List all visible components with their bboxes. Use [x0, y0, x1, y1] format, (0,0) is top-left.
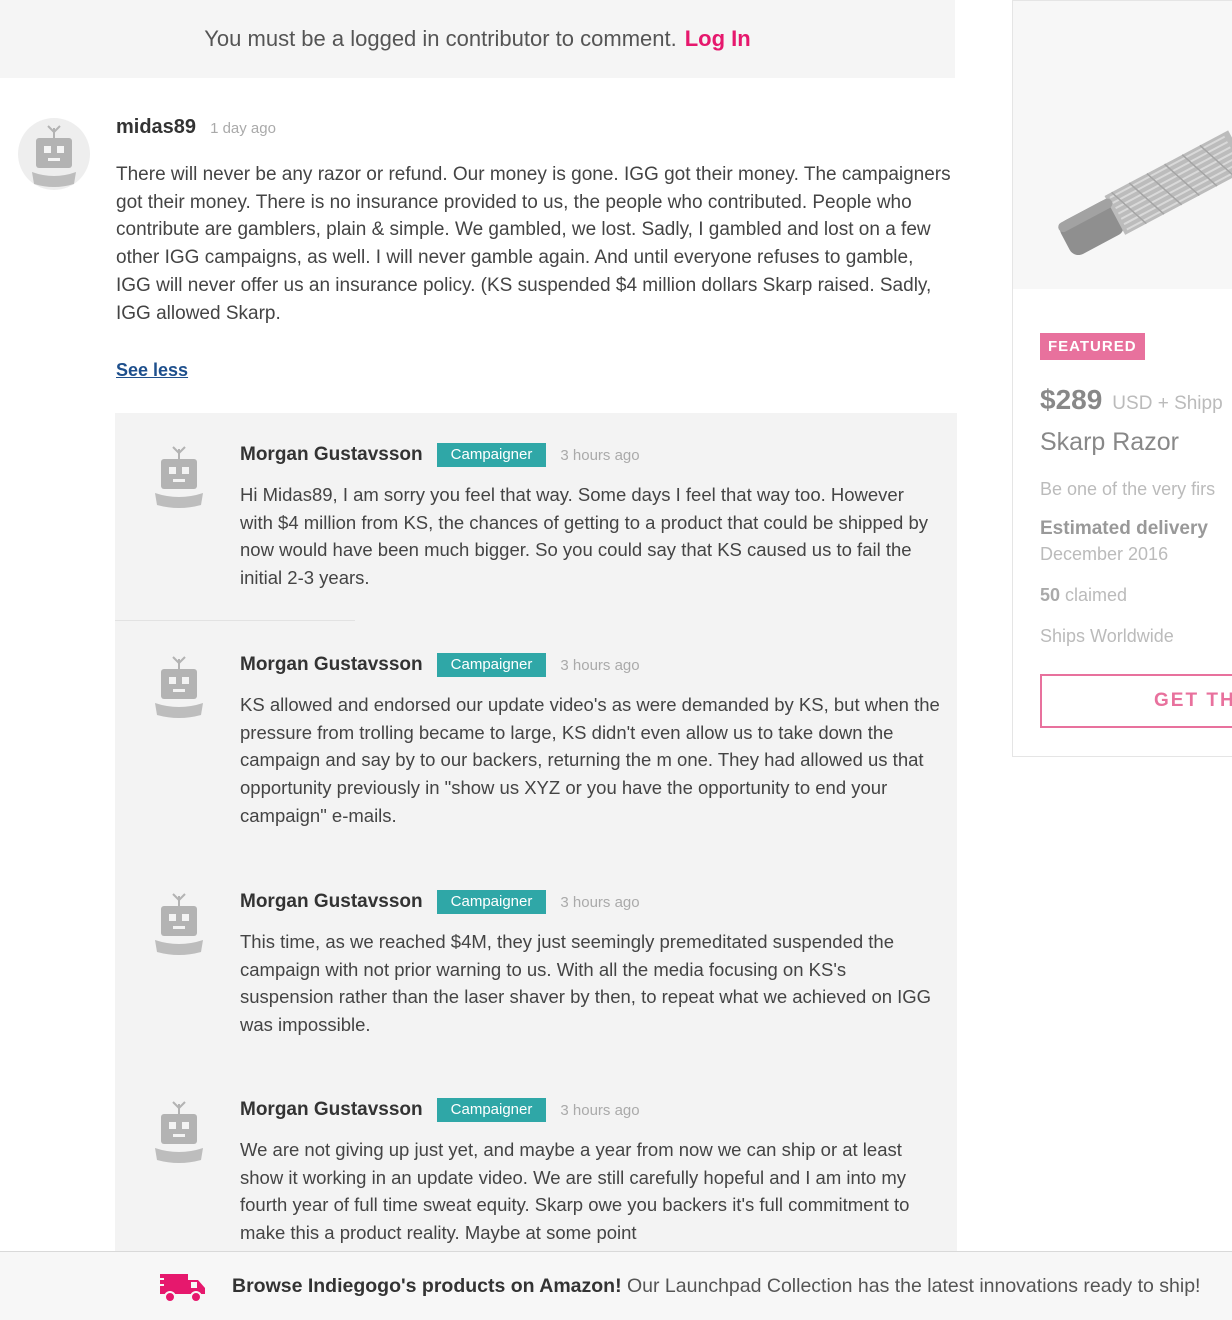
perk-description: Be one of the very firs — [1040, 479, 1216, 499]
reply-time: 3 hours ago — [560, 446, 640, 464]
banner-text: Browse Indiegogo's products on Amazon! O… — [232, 1275, 1200, 1298]
avatar — [151, 888, 207, 960]
ships-info: Ships Worldwide — [1040, 626, 1174, 646]
robot-avatar-icon — [18, 118, 90, 190]
reply-author[interactable]: Morgan Gustavsson — [240, 444, 423, 466]
login-prompt-bar: You must be a logged in contributor to c… — [0, 0, 955, 78]
reply-author[interactable]: Morgan Gustavsson — [240, 891, 423, 913]
delivery-truck-icon — [158, 1274, 205, 1303]
reply-author[interactable]: Morgan Gustavsson — [240, 1099, 423, 1121]
reply-time: 3 hours ago — [560, 656, 640, 674]
campaigner-badge: Campaigner — [436, 890, 547, 914]
reply-text: We are not giving up just yet, and maybe… — [240, 1139, 910, 1244]
perk-card[interactable]: FEATURED $289 USD + Shipp Skarp Razor Be… — [1012, 0, 1232, 757]
avatar — [151, 651, 207, 723]
reply-text: This time, as we reached $4M, they just … — [240, 931, 932, 1036]
reply-divider — [115, 620, 355, 621]
banner-rest-text: Our Launchpad Collection has the latest … — [621, 1274, 1201, 1297]
perk-price: $289 — [1040, 384, 1103, 415]
reply-time: 3 hours ago — [560, 893, 640, 911]
comment-text: There will never be any razor or refund.… — [116, 164, 951, 324]
robot-avatar-icon — [155, 1101, 203, 1163]
avatar — [18, 116, 90, 192]
avatar — [151, 441, 207, 513]
comment-time: 1 day ago — [210, 120, 276, 137]
perk-title: Skarp Razor — [1040, 428, 1179, 456]
featured-badge: FEATURED — [1040, 333, 1145, 360]
get-perk-button[interactable]: GET TH — [1040, 674, 1232, 728]
avatar — [151, 1096, 207, 1168]
campaigner-badge: Campaigner — [436, 1098, 547, 1122]
amazon-banner[interactable]: Browse Indiegogo's products on Amazon! O… — [0, 1251, 1232, 1320]
perk-product-image — [1013, 1, 1232, 289]
robot-avatar-icon — [155, 446, 203, 508]
login-link[interactable]: Log In — [685, 26, 751, 52]
reply-text: KS allowed and endorsed our update video… — [240, 694, 940, 826]
reply-text: Hi Midas89, I am sorry you feel that way… — [240, 484, 928, 589]
claimed-count: 50 claimed — [1040, 585, 1232, 606]
claimed-number: 50 — [1040, 585, 1061, 605]
campaigner-badge: Campaigner — [436, 653, 547, 677]
delivery-date: December 2016 — [1040, 544, 1169, 564]
reply-author[interactable]: Morgan Gustavsson — [240, 654, 423, 676]
robot-avatar-icon — [155, 893, 203, 955]
login-prompt-text: You must be a logged in contributor to c… — [204, 26, 677, 51]
comment-author[interactable]: midas89 — [116, 116, 196, 139]
robot-avatar-icon — [155, 656, 203, 718]
delivery-label: Estimated delivery — [1040, 518, 1208, 539]
reply-time: 3 hours ago — [560, 1101, 640, 1119]
claimed-label: claimed — [1065, 585, 1128, 605]
perk-currency: USD + Shipp — [1112, 393, 1223, 414]
see-less-link[interactable]: See less — [116, 360, 188, 381]
replies-panel: Morgan Gustavsson Campaigner 3 hours ago… — [115, 413, 957, 1251]
banner-bold-text: Browse Indiegogo's products on Amazon! — [232, 1274, 622, 1297]
campaigner-badge: Campaigner — [436, 443, 547, 467]
